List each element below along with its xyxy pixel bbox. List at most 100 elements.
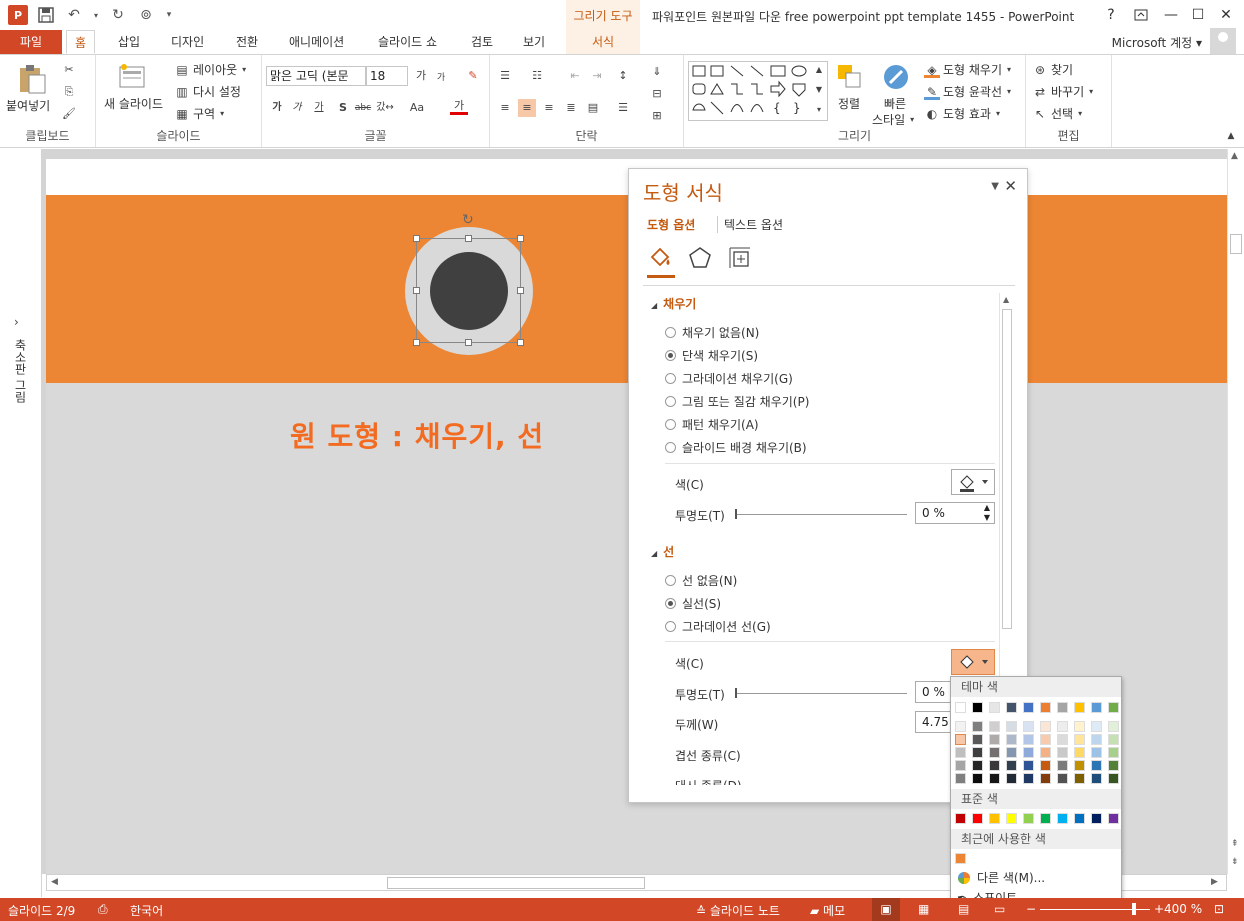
theme-shade-swatch[interactable] (1057, 734, 1068, 745)
resize-handle[interactable] (465, 235, 472, 242)
theme-shade-swatch[interactable] (1108, 773, 1119, 784)
fill-option-picture[interactable]: 그림 또는 질감 채우기(P) (665, 393, 809, 410)
theme-shade-swatch[interactable] (1108, 721, 1119, 732)
more-colors-item[interactable]: 다른 색(M)... (957, 869, 1045, 886)
slide-sorter-icon[interactable]: ▦ (918, 902, 929, 916)
new-slide-button[interactable]: 새 슬라이드 (104, 95, 163, 112)
select-button[interactable]: ↖ 선택 ▾ (1032, 105, 1084, 122)
theme-shade-swatch[interactable] (1023, 760, 1034, 771)
theme-shade-swatch[interactable] (1091, 760, 1102, 771)
reset-button[interactable]: ▥ 다시 설정 (174, 83, 241, 100)
theme-shade-swatch[interactable] (1040, 721, 1051, 732)
line-spacing-icon[interactable]: ↕ (614, 67, 632, 85)
font-color-icon[interactable]: 가 (450, 97, 468, 115)
smartart-convert-icon[interactable]: ⊞ (648, 107, 666, 125)
horizontal-scroll-thumb[interactable] (387, 877, 645, 889)
arrange-button[interactable]: 정렬 (838, 95, 860, 112)
theme-shade-swatch[interactable] (972, 747, 983, 758)
thumbnail-pane-label[interactable]: 축소판 그림 (12, 339, 29, 403)
theme-shade-swatch[interactable] (955, 747, 966, 758)
fill-option-none[interactable]: 채우기 없음(N) (665, 324, 759, 341)
standard-color-swatch[interactable] (1074, 813, 1085, 824)
standard-color-swatch[interactable] (989, 813, 1000, 824)
paste-button[interactable]: 붙여넣기 (6, 97, 50, 114)
theme-color-swatch[interactable] (1108, 702, 1119, 713)
resize-handle[interactable] (517, 287, 524, 294)
standard-color-swatch[interactable] (955, 813, 966, 824)
theme-shade-swatch[interactable] (955, 734, 966, 745)
replace-button[interactable]: ⇄ 바꾸기 ▾ (1032, 83, 1095, 100)
section-button[interactable]: ▦ 구역 ▾ (174, 105, 226, 122)
format-painter-icon[interactable]: 🖌 (60, 105, 78, 123)
standard-color-swatch[interactable] (1091, 813, 1102, 824)
theme-shade-swatch[interactable] (1040, 734, 1051, 745)
theme-shade-swatch[interactable] (1091, 747, 1102, 758)
resize-handle[interactable] (413, 287, 420, 294)
shape-effects-button[interactable]: ◐ 도형 효과 ▾ (924, 105, 1002, 122)
help-button[interactable]: ? (1100, 5, 1122, 25)
effects-pentagon-icon[interactable] (687, 245, 713, 271)
increase-font-icon[interactable]: 가 (412, 67, 430, 85)
theme-shade-swatch[interactable] (1006, 773, 1017, 784)
theme-color-swatch[interactable] (1057, 702, 1068, 713)
theme-shade-swatch[interactable] (1023, 773, 1034, 784)
decrease-indent-icon[interactable]: ⇤ (566, 67, 584, 85)
align-text-icon[interactable]: ⊟ (648, 85, 666, 103)
resize-handle[interactable] (517, 339, 524, 346)
scroll-up-icon[interactable]: ▲ (1003, 295, 1009, 304)
theme-shade-swatch[interactable] (989, 721, 1000, 732)
shapes-gallery[interactable]: { } (688, 61, 828, 121)
theme-shade-swatch[interactable] (1057, 773, 1068, 784)
standard-color-swatch[interactable] (972, 813, 983, 824)
slideshow-view-icon[interactable]: ▭ (994, 902, 1005, 916)
align-left-icon[interactable]: ≡ (496, 99, 514, 117)
numbering-icon[interactable]: ☷ (528, 67, 546, 85)
decrease-font-icon[interactable]: 가 (432, 69, 450, 87)
new-slide-icon[interactable] (116, 61, 148, 93)
tab-animations[interactable]: 애니메이션 (281, 30, 352, 54)
theme-shade-swatch[interactable] (989, 773, 1000, 784)
theme-shade-swatch[interactable] (1057, 747, 1068, 758)
undo-dropdown-icon[interactable]: ▾ (92, 5, 100, 25)
theme-shade-swatch[interactable] (1057, 721, 1068, 732)
resize-handle[interactable] (465, 339, 472, 346)
theme-shade-swatch[interactable] (1057, 760, 1068, 771)
scroll-right-icon[interactable]: ▶ (1211, 877, 1218, 887)
expand-thumbnails-icon[interactable]: › (14, 315, 19, 329)
theme-shade-swatch[interactable] (1040, 773, 1051, 784)
pane-options-icon[interactable]: ▼ (991, 181, 999, 192)
theme-shade-swatch[interactable] (1006, 747, 1017, 758)
theme-shade-swatch[interactable] (1040, 760, 1051, 771)
distributed-icon[interactable]: ▤ (584, 99, 602, 117)
theme-shade-swatch[interactable] (972, 734, 983, 745)
paste-icon[interactable] (16, 63, 48, 95)
theme-shade-swatch[interactable] (955, 773, 966, 784)
theme-shade-swatch[interactable] (955, 760, 966, 771)
theme-shade-swatch[interactable] (1023, 734, 1034, 745)
fill-option-pattern[interactable]: 패턴 채우기(A) (665, 416, 759, 433)
standard-color-swatch[interactable] (1040, 813, 1051, 824)
theme-color-swatch[interactable] (972, 702, 983, 713)
theme-shade-swatch[interactable] (1074, 734, 1085, 745)
gallery-scroll-up-icon[interactable]: ▲ (810, 61, 828, 79)
theme-color-swatch[interactable] (1091, 702, 1102, 713)
text-direction-icon[interactable]: ⇓ (648, 63, 666, 81)
next-slide-icon[interactable]: ⇟ (1231, 857, 1239, 867)
collapse-ribbon-icon[interactable]: ▲ (1222, 127, 1240, 145)
prev-slide-icon[interactable]: ⇞ (1231, 839, 1239, 849)
minimize-icon[interactable]: — (1160, 5, 1182, 25)
slider-knob[interactable] (735, 688, 737, 698)
bold-icon[interactable]: 가 (268, 99, 286, 117)
font-name-combo[interactable]: 맑은 고딕 (본문 (266, 66, 366, 86)
shape-fill-button[interactable]: ◈ 도형 채우기 ▾ (924, 61, 1013, 78)
standard-color-swatch[interactable] (1006, 813, 1017, 824)
layout-button[interactable]: ▤ 레이아웃 ▾ (174, 61, 248, 78)
tab-transitions[interactable]: 전환 (228, 30, 266, 54)
tab-review[interactable]: 검토 (463, 30, 501, 54)
theme-shade-swatch[interactable] (1023, 747, 1034, 758)
fill-option-background[interactable]: 슬라이드 배경 채우기(B) (665, 439, 807, 456)
underline-icon[interactable]: 가 (310, 99, 328, 117)
slideshow-start-icon[interactable]: ⊚ (136, 5, 156, 25)
tab-home[interactable]: 홈 (66, 30, 96, 54)
bullets-icon[interactable]: ☰ (496, 67, 514, 85)
